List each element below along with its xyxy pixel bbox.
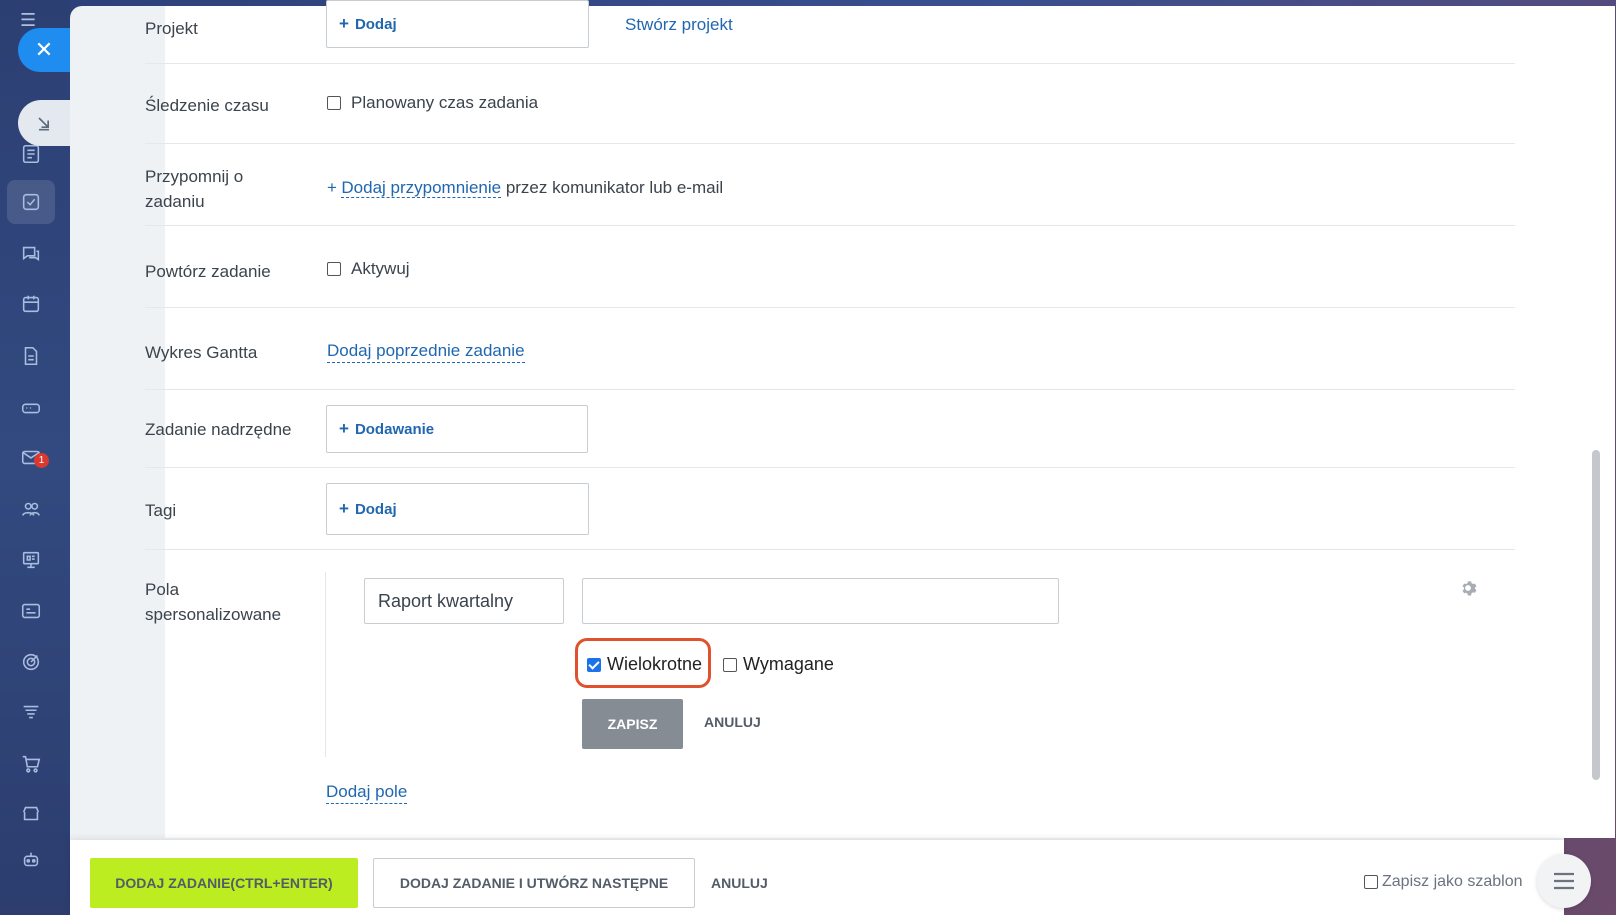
minimize-arrow-icon bbox=[38, 117, 49, 131]
remind-label-line2: zadaniu bbox=[145, 192, 205, 211]
calendar-icon[interactable] bbox=[17, 290, 45, 318]
repeat-activate-label: Aktywuj bbox=[351, 259, 410, 278]
plus-icon: + bbox=[339, 499, 349, 518]
gear-icon[interactable] bbox=[1458, 578, 1478, 598]
save-as-template-label: Zapisz jako szablon bbox=[1382, 873, 1523, 890]
plus-icon: + bbox=[339, 419, 349, 438]
tags-add-label: Dodaj bbox=[354, 500, 397, 518]
save-as-template-option[interactable]: Zapisz jako szablon bbox=[1364, 873, 1523, 891]
tasks-icon[interactable] bbox=[7, 180, 55, 224]
gantt-label: Wykres Gantta bbox=[145, 343, 258, 362]
create-project-link[interactable]: Stwórz projekt bbox=[625, 15, 733, 35]
add-task-button[interactable]: DODAJ ZADANIE(CTRL+ENTER) bbox=[90, 858, 358, 908]
cancel-button[interactable]: ANULUJ bbox=[711, 875, 768, 891]
time-tracking-label: Śledzenie czasu bbox=[145, 96, 269, 115]
close-panel-button[interactable]: ✕ bbox=[18, 28, 70, 72]
custom-fields-label-line2: spersonalizowane bbox=[145, 605, 282, 624]
custom-field-value-input[interactable] bbox=[582, 578, 1059, 624]
repeat-label: Powtórz zadanie bbox=[145, 262, 271, 281]
add-previous-task-link[interactable]: Dodaj poprzednie zadanie bbox=[327, 340, 525, 363]
add-reminder-link[interactable]: Dodaj przypomnienie bbox=[341, 178, 502, 198]
funnel-icon[interactable] bbox=[17, 699, 45, 727]
close-icon: ✕ bbox=[34, 37, 54, 62]
contacts-icon[interactable] bbox=[17, 495, 45, 523]
tags-label: Tagi bbox=[145, 501, 177, 520]
target-icon[interactable] bbox=[17, 648, 45, 676]
repeat-activate-checkbox[interactable] bbox=[327, 262, 341, 276]
planned-time-label: Planowany czas zadania bbox=[351, 93, 539, 112]
row-project: Projekt + Dodaj Stwórz projekt bbox=[145, 0, 1515, 64]
scrollbar[interactable] bbox=[1592, 450, 1600, 780]
parent-task-add-label: Dodawanie bbox=[354, 420, 435, 438]
robot-icon[interactable] bbox=[17, 846, 45, 874]
multiple-checkbox[interactable] bbox=[587, 657, 601, 672]
project-label: Projekt bbox=[145, 19, 198, 38]
row-repeat: Powtórz zadanie Aktywuj bbox=[145, 226, 1515, 308]
store-icon[interactable] bbox=[17, 800, 45, 828]
custom-field-name-input[interactable]: Raport kwartalny bbox=[364, 578, 564, 624]
custom-fields-label-line1: Pola bbox=[145, 580, 180, 599]
add-field-link[interactable]: Dodaj pole bbox=[326, 781, 408, 804]
remind-label-line1: Przypomnij o bbox=[145, 167, 244, 186]
form-footer: DODAJ ZADANIE(CTRL+ENTER) DODAJ ZADANIE … bbox=[70, 840, 1591, 915]
mail-badge: 1 bbox=[34, 453, 49, 468]
chat-icon[interactable] bbox=[17, 240, 45, 268]
collapse-panel-button[interactable] bbox=[18, 100, 70, 146]
planned-time-checkbox[interactable] bbox=[327, 96, 341, 110]
cancel-field-button[interactable]: ANULUJ bbox=[704, 714, 761, 730]
remind-add: + Dodaj przypomnienie przez komunikator … bbox=[327, 177, 723, 199]
required-option[interactable]: Wymagane bbox=[723, 654, 834, 675]
reminder-suffix: przez komunikator lub e-mail bbox=[501, 178, 724, 197]
add-task-and-next-button[interactable]: DODAJ ZADANIE I UTWÓRZ NASTĘPNE bbox=[373, 858, 695, 908]
multiple-option[interactable]: Wielokrotne bbox=[587, 654, 702, 675]
planned-time-option[interactable]: Planowany czas zadania bbox=[327, 93, 538, 113]
documents-icon[interactable] bbox=[17, 342, 45, 370]
board-icon[interactable] bbox=[17, 546, 45, 574]
menu-icon bbox=[1554, 872, 1574, 890]
plus-icon: + bbox=[339, 14, 349, 33]
row-remind: Przypomnij o zadaniu + Dodaj przypomnien… bbox=[145, 144, 1515, 226]
drive-icon[interactable] bbox=[17, 394, 45, 422]
row-tags: Tagi + Dodaj bbox=[145, 468, 1515, 550]
save-field-button[interactable]: ZAPISZ bbox=[582, 699, 683, 749]
row-time-tracking: Śledzenie czasu Planowany czas zadania bbox=[145, 64, 1515, 144]
tags-add-button[interactable]: + Dodaj bbox=[326, 483, 589, 535]
save-as-template-checkbox[interactable] bbox=[1364, 875, 1378, 889]
crm-icon[interactable] bbox=[17, 597, 45, 625]
project-add-label: Dodaj bbox=[354, 15, 397, 33]
project-add-button[interactable]: + Dodaj bbox=[326, 0, 589, 48]
multiple-label: Wielokrotne bbox=[607, 654, 703, 674]
repeat-activate-option[interactable]: Aktywuj bbox=[327, 259, 410, 279]
cart-icon[interactable] bbox=[17, 750, 45, 778]
row-gantt: Wykres Gantta Dodaj poprzednie zadanie bbox=[145, 308, 1515, 390]
required-checkbox[interactable] bbox=[723, 657, 737, 672]
row-parent-task: Zadanie nadrzędne + Dodawanie bbox=[145, 390, 1515, 468]
parent-task-label: Zadanie nadrzędne bbox=[145, 420, 292, 439]
parent-task-add-button[interactable]: + Dodawanie bbox=[326, 405, 588, 453]
required-label: Wymagane bbox=[743, 654, 834, 674]
menu-button[interactable] bbox=[1537, 854, 1591, 908]
remind-plus: + bbox=[327, 178, 337, 197]
